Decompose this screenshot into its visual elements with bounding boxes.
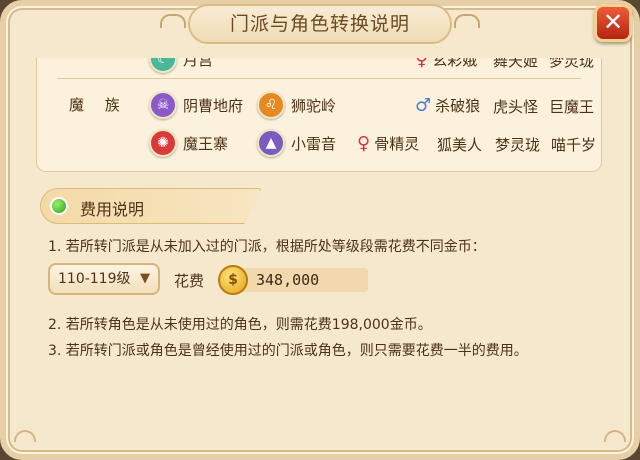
role-item[interactable]: 梦灵珑 [549, 58, 594, 71]
divider [57, 78, 581, 79]
male-icon: ♂ [415, 94, 432, 116]
level-range-value: 110-119级 [58, 271, 131, 287]
skull-icon: ☠ [149, 91, 177, 119]
role-item[interactable]: 舞天姬 [493, 58, 538, 71]
fee-section-header [40, 188, 262, 224]
green-dot-icon [50, 197, 68, 215]
cost-value: 348,000 [256, 271, 320, 289]
level-range-dropdown[interactable]: 110-119级 ▼ [48, 263, 160, 295]
sect-item-yuegong[interactable]: ☾ 月宫 [149, 58, 213, 74]
sect-name: 魔王寨 [183, 134, 229, 153]
sect-item-shituoling[interactable]: ♌ 狮驼岭 [257, 90, 336, 120]
female-icon: ♀ [357, 132, 371, 154]
demon-fortress-icon: ✺ [149, 129, 177, 157]
lion-icon: ♌ [257, 91, 285, 119]
sect-name: 阴曹地府 [183, 96, 244, 115]
chevron-down-icon: ▼ [140, 271, 150, 286]
role-item[interactable]: ♂ 杀破狼 [415, 90, 480, 120]
title-ornament-right [454, 14, 480, 28]
sect-item-mowangzhai[interactable]: ✺ 魔王寨 [149, 128, 228, 158]
role-item[interactable]: ♀ 玄彩娥 [415, 58, 477, 74]
role-item[interactable]: 巨魔王 [549, 96, 594, 117]
role-item[interactable]: 梦灵珑 [495, 134, 540, 155]
sect-item-xiaoleiyin[interactable]: ▲ 小雷音 [257, 128, 336, 158]
sect-item-yincaodifu[interactable]: ☠ 阴曹地府 [149, 90, 243, 120]
gold-coin-icon: $ [218, 265, 248, 295]
role-name: 玄彩娥 [432, 58, 478, 69]
sect-name: 小雷音 [291, 134, 337, 153]
sect-role-list[interactable]: ☾ 月宫 ♀ 玄彩娥 舞天姬 梦灵珑 魔 族 ☠ 阴曹地府 ♌ 狮驼岭 ♂ 杀破… [36, 58, 602, 172]
fee-note-3: 3. 若所转门派或角色是曾经使用过的门派或角色，则只需要花费一半的费用。 [48, 343, 528, 359]
close-button[interactable]: ✕ [594, 4, 632, 42]
role-item[interactable]: 喵千岁 [551, 134, 596, 155]
race-label: 魔 族 [69, 96, 128, 114]
role-item[interactable]: ♀ 骨精灵 [357, 128, 419, 158]
temple-icon: ▲ [257, 129, 285, 157]
female-icon: ♀ [415, 58, 429, 70]
cost-label: 花费 [174, 272, 205, 290]
fee-note-2: 2. 若所转角色是从未使用过的角色，则需花费198,000金币。 [48, 317, 432, 333]
role-name: 骨精灵 [374, 134, 420, 153]
title-ornament-left [160, 14, 186, 28]
moon-palace-icon: ☾ [149, 58, 177, 73]
role-item[interactable]: 狐美人 [437, 134, 482, 155]
sect-name: 月宫 [183, 58, 214, 69]
fee-note-1: 1. 若所转门派是从未加入过的门派，根据所处等级段需花费不同金币： [48, 239, 486, 255]
role-name: 杀破狼 [435, 96, 481, 115]
fee-section-title: 费用说明 [80, 200, 145, 219]
sect-name: 狮驼岭 [291, 96, 337, 115]
dialog-title: 门派与角色转换说明 [188, 4, 452, 44]
role-item[interactable]: 虎头怪 [493, 96, 538, 117]
